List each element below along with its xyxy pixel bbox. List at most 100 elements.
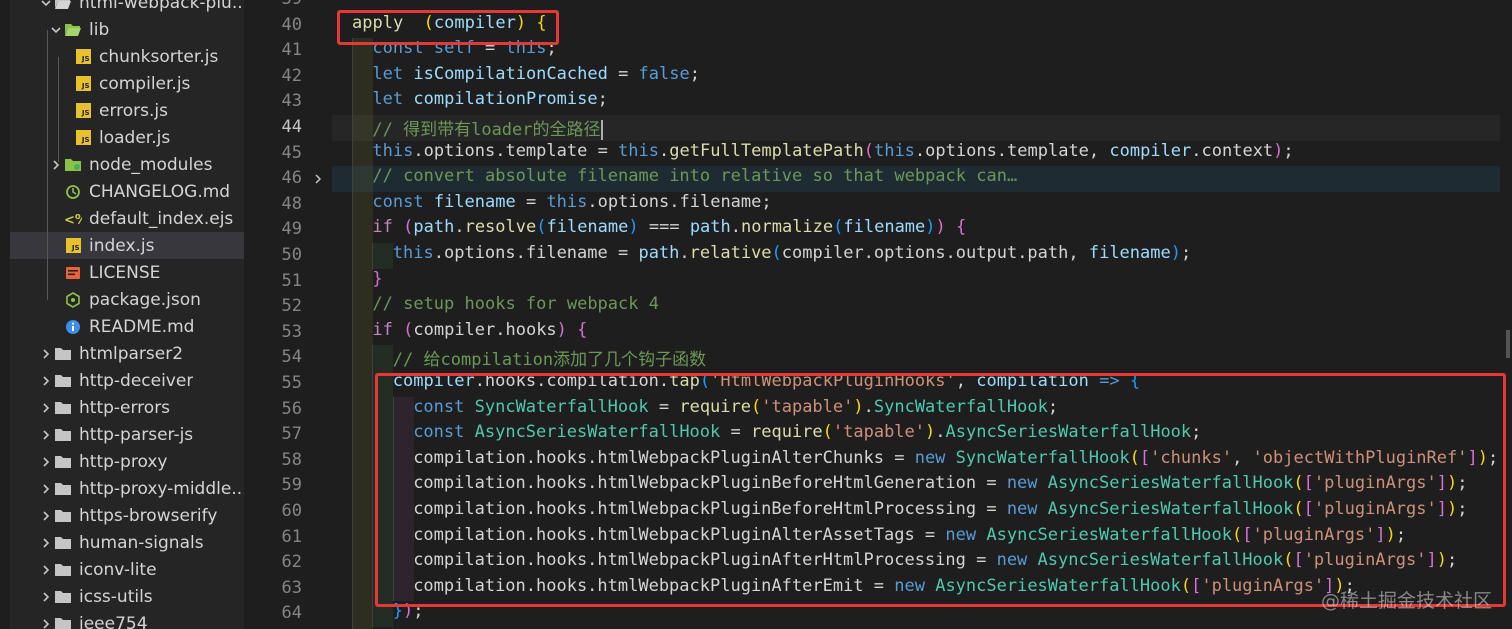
indent-guide <box>352 601 373 627</box>
code-token: path <box>689 217 731 238</box>
tree-item-label: http-deceiver <box>79 370 194 391</box>
code-line[interactable]: // 得到带有loader的全路径 <box>372 115 603 141</box>
tree-item[interactable]: http-parser-js <box>10 421 244 448</box>
chevron-down-icon[interactable] <box>48 24 64 36</box>
code-line[interactable]: const filename = this.options.filename; <box>372 192 771 218</box>
chevron-right-icon[interactable] <box>38 429 54 441</box>
code-editor[interactable]: 3940414243444546484950515253545556575859… <box>244 0 1512 629</box>
chevron-down-icon[interactable] <box>38 0 54 9</box>
tree-item[interactable]: package.json <box>10 286 244 313</box>
code-token: // convert absolute filename into relati… <box>372 166 1018 187</box>
chevron-right-icon[interactable] <box>38 456 54 468</box>
watermark: @稀土掘金技术社区 <box>1320 590 1492 612</box>
code-token: false <box>638 63 690 84</box>
tree-item-label: errors.js <box>99 100 168 121</box>
folder-icon <box>54 400 72 416</box>
indent-guide <box>352 243 373 269</box>
javascript-file-icon: JS <box>74 76 92 92</box>
code-token: ( <box>863 140 874 161</box>
tree-item[interactable]: html-webpack-plu... <box>10 0 244 16</box>
tree-item[interactable]: htmlparser2 <box>10 340 244 367</box>
chevron-right-icon[interactable] <box>38 348 54 360</box>
code-token: this <box>546 191 588 212</box>
indent-guide <box>352 115 373 141</box>
tree-item[interactable]: human-signals <box>10 529 244 556</box>
chevron-right-icon[interactable] <box>38 537 54 549</box>
tree-item[interactable]: ieee754 <box>10 610 244 629</box>
indent-guide <box>352 191 373 218</box>
code-line[interactable]: // setup hooks for webpack 4 <box>372 294 659 320</box>
code-token: isCompilationCached <box>413 63 608 84</box>
chevron-right-icon[interactable] <box>48 159 64 171</box>
scrollbar-thumb[interactable] <box>1506 330 1510 358</box>
tree-item[interactable]: JS errors.js <box>10 97 244 124</box>
code-token: filename <box>433 191 516 212</box>
tree-item[interactable]: lib <box>10 16 244 43</box>
tree-item[interactable]: icss-utils <box>10 583 244 610</box>
code-token: } <box>372 268 383 289</box>
tree-item-label: iconv-lite <box>79 559 157 580</box>
code-line[interactable]: this.options.filename = path.relative(co… <box>393 243 1191 269</box>
folder-icon <box>54 373 72 389</box>
code-line[interactable]: let isCompilationCached = false; <box>372 64 700 90</box>
code-line[interactable]: // 给compilation添加了几个钩子函数 <box>393 345 706 371</box>
tree-item-label: compiler.js <box>99 73 191 94</box>
tree-item[interactable]: JS compiler.js <box>10 70 244 97</box>
tree-item[interactable]: README.md <box>10 313 244 340</box>
code-line[interactable]: let compilationPromise; <box>372 89 607 115</box>
tree-indent-guide <box>47 30 48 300</box>
code-token: // 得到带有loader的全路径 <box>372 120 601 140</box>
chevron-right-icon[interactable] <box>38 618 54 629</box>
tree-item[interactable]: CHANGELOG.md <box>10 178 244 205</box>
chevron-right-icon[interactable] <box>38 591 54 603</box>
javascript-file-icon: JS <box>74 103 92 119</box>
tree-item[interactable]: node_modules <box>10 151 244 178</box>
chevron-right-icon[interactable] <box>38 375 54 387</box>
tree-item[interactable]: https-browserify <box>10 502 244 529</box>
tree-item[interactable]: http-proxy-middle... <box>10 475 244 502</box>
code-token: ; <box>689 63 700 84</box>
tree-item[interactable]: iconv-lite <box>10 556 244 583</box>
code-line[interactable]: // convert absolute filename into relati… <box>372 166 1017 192</box>
indent-guide <box>352 166 373 192</box>
tree-item[interactable]: http-proxy <box>10 448 244 475</box>
indent-guide <box>352 371 373 397</box>
code-token: this <box>372 140 414 161</box>
code-line[interactable]: } <box>372 269 382 295</box>
tree-item-label: LICENSE <box>89 262 161 283</box>
chevron-right-icon[interactable] <box>38 483 54 495</box>
code-line[interactable]: if (path.resolve(filename) === path.norm… <box>372 217 966 243</box>
chevron-right-icon[interactable] <box>38 510 54 522</box>
code-token: = <box>515 191 547 212</box>
code-token: ; <box>1283 140 1294 161</box>
tree-item[interactable]: <% default_index.ejs <box>10 205 244 232</box>
code-token: compiler <box>1109 140 1192 161</box>
chevron-right-icon[interactable] <box>38 564 54 576</box>
indent-guide <box>352 319 373 346</box>
code-token: .context <box>1191 140 1274 161</box>
code-token: this <box>392 243 434 263</box>
tree-item[interactable]: http-deceiver <box>10 367 244 394</box>
tree-item-label: https-browserify <box>79 505 218 526</box>
tree-item[interactable]: LICENSE <box>10 259 244 286</box>
code-line[interactable]: this.options.template = this.getFullTemp… <box>372 141 1293 167</box>
tree-item[interactable]: http-errors <box>10 394 244 421</box>
code-line[interactable]: if (compiler.hooks) { <box>372 320 587 346</box>
chevron-right-icon[interactable] <box>38 402 54 414</box>
code-token: this <box>618 140 659 161</box>
code-token: compiler.hooks <box>413 319 557 340</box>
folder-icon <box>54 616 72 629</box>
code-token: compilationPromise <box>413 89 598 110</box>
folder-icon <box>54 562 72 578</box>
tree-item-label: node_modules <box>89 154 213 175</box>
indent-guide <box>372 243 394 269</box>
tree-item[interactable]: JS chunksorter.js <box>10 43 244 70</box>
tree-item[interactable]: JS loader.js <box>10 124 244 151</box>
tree-item-label: http-errors <box>79 397 171 418</box>
tree-item[interactable]: JS index.js <box>10 232 244 259</box>
code-token: getFullTemplatePath <box>669 140 864 161</box>
code-token: filename <box>546 217 629 238</box>
